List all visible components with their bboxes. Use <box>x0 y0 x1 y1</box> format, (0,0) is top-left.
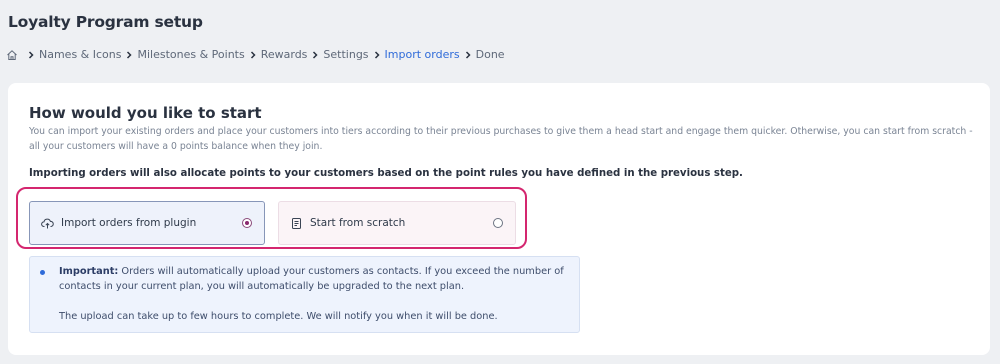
import-orders-radio[interactable] <box>242 218 252 228</box>
breadcrumb-item-rewards[interactable]: Rewards <box>261 48 308 61</box>
start-from-scratch-option[interactable]: Start from scratch <box>278 201 516 245</box>
start-options-group: Import orders from plugin Start from scr… <box>16 187 527 249</box>
chevron-right-icon <box>249 50 257 60</box>
important-info-box: Important: Orders will automatically upl… <box>29 256 580 333</box>
breadcrumb-item-import-orders[interactable]: Import orders <box>385 48 460 61</box>
breadcrumb-item-settings[interactable]: Settings <box>323 48 368 61</box>
card-description: You can import your existing orders and … <box>29 126 973 152</box>
info-line-3: The upload can take up to few hours to c… <box>59 311 498 322</box>
important-label: Important: <box>59 266 119 277</box>
chevron-right-icon <box>311 50 319 60</box>
card-title: How would you like to start <box>29 104 262 122</box>
info-line-1: Important: Orders will automatically upl… <box>59 266 564 277</box>
chevron-right-icon <box>125 50 133 60</box>
document-icon <box>290 217 303 230</box>
breadcrumb-item-done[interactable]: Done <box>476 48 505 61</box>
home-icon[interactable] <box>6 49 18 61</box>
breadcrumb: Names & Icons Milestones & Points Reward… <box>6 48 505 61</box>
chevron-right-icon <box>27 50 35 60</box>
import-orders-label: Import orders from plugin <box>61 217 197 229</box>
info-bullet-icon <box>40 270 45 275</box>
chevron-right-icon <box>464 50 472 60</box>
breadcrumb-item-names-icons[interactable]: Names & Icons <box>39 48 121 61</box>
start-from-scratch-label: Start from scratch <box>310 217 406 229</box>
page-title: Loyalty Program setup <box>8 13 203 31</box>
import-orders-option[interactable]: Import orders from plugin <box>29 201 265 245</box>
info-line-2: contacts in your current plan, you will … <box>59 281 465 292</box>
import-note: Importing orders will also allocate poin… <box>29 168 743 179</box>
upload-cloud-icon <box>41 217 54 230</box>
start-from-scratch-radio[interactable] <box>493 218 503 228</box>
info-text-1: Orders will automatically upload your cu… <box>118 266 564 277</box>
chevron-right-icon <box>373 50 381 60</box>
breadcrumb-item-milestones-points[interactable]: Milestones & Points <box>137 48 244 61</box>
start-option-card: How would you like to start You can impo… <box>8 83 990 355</box>
